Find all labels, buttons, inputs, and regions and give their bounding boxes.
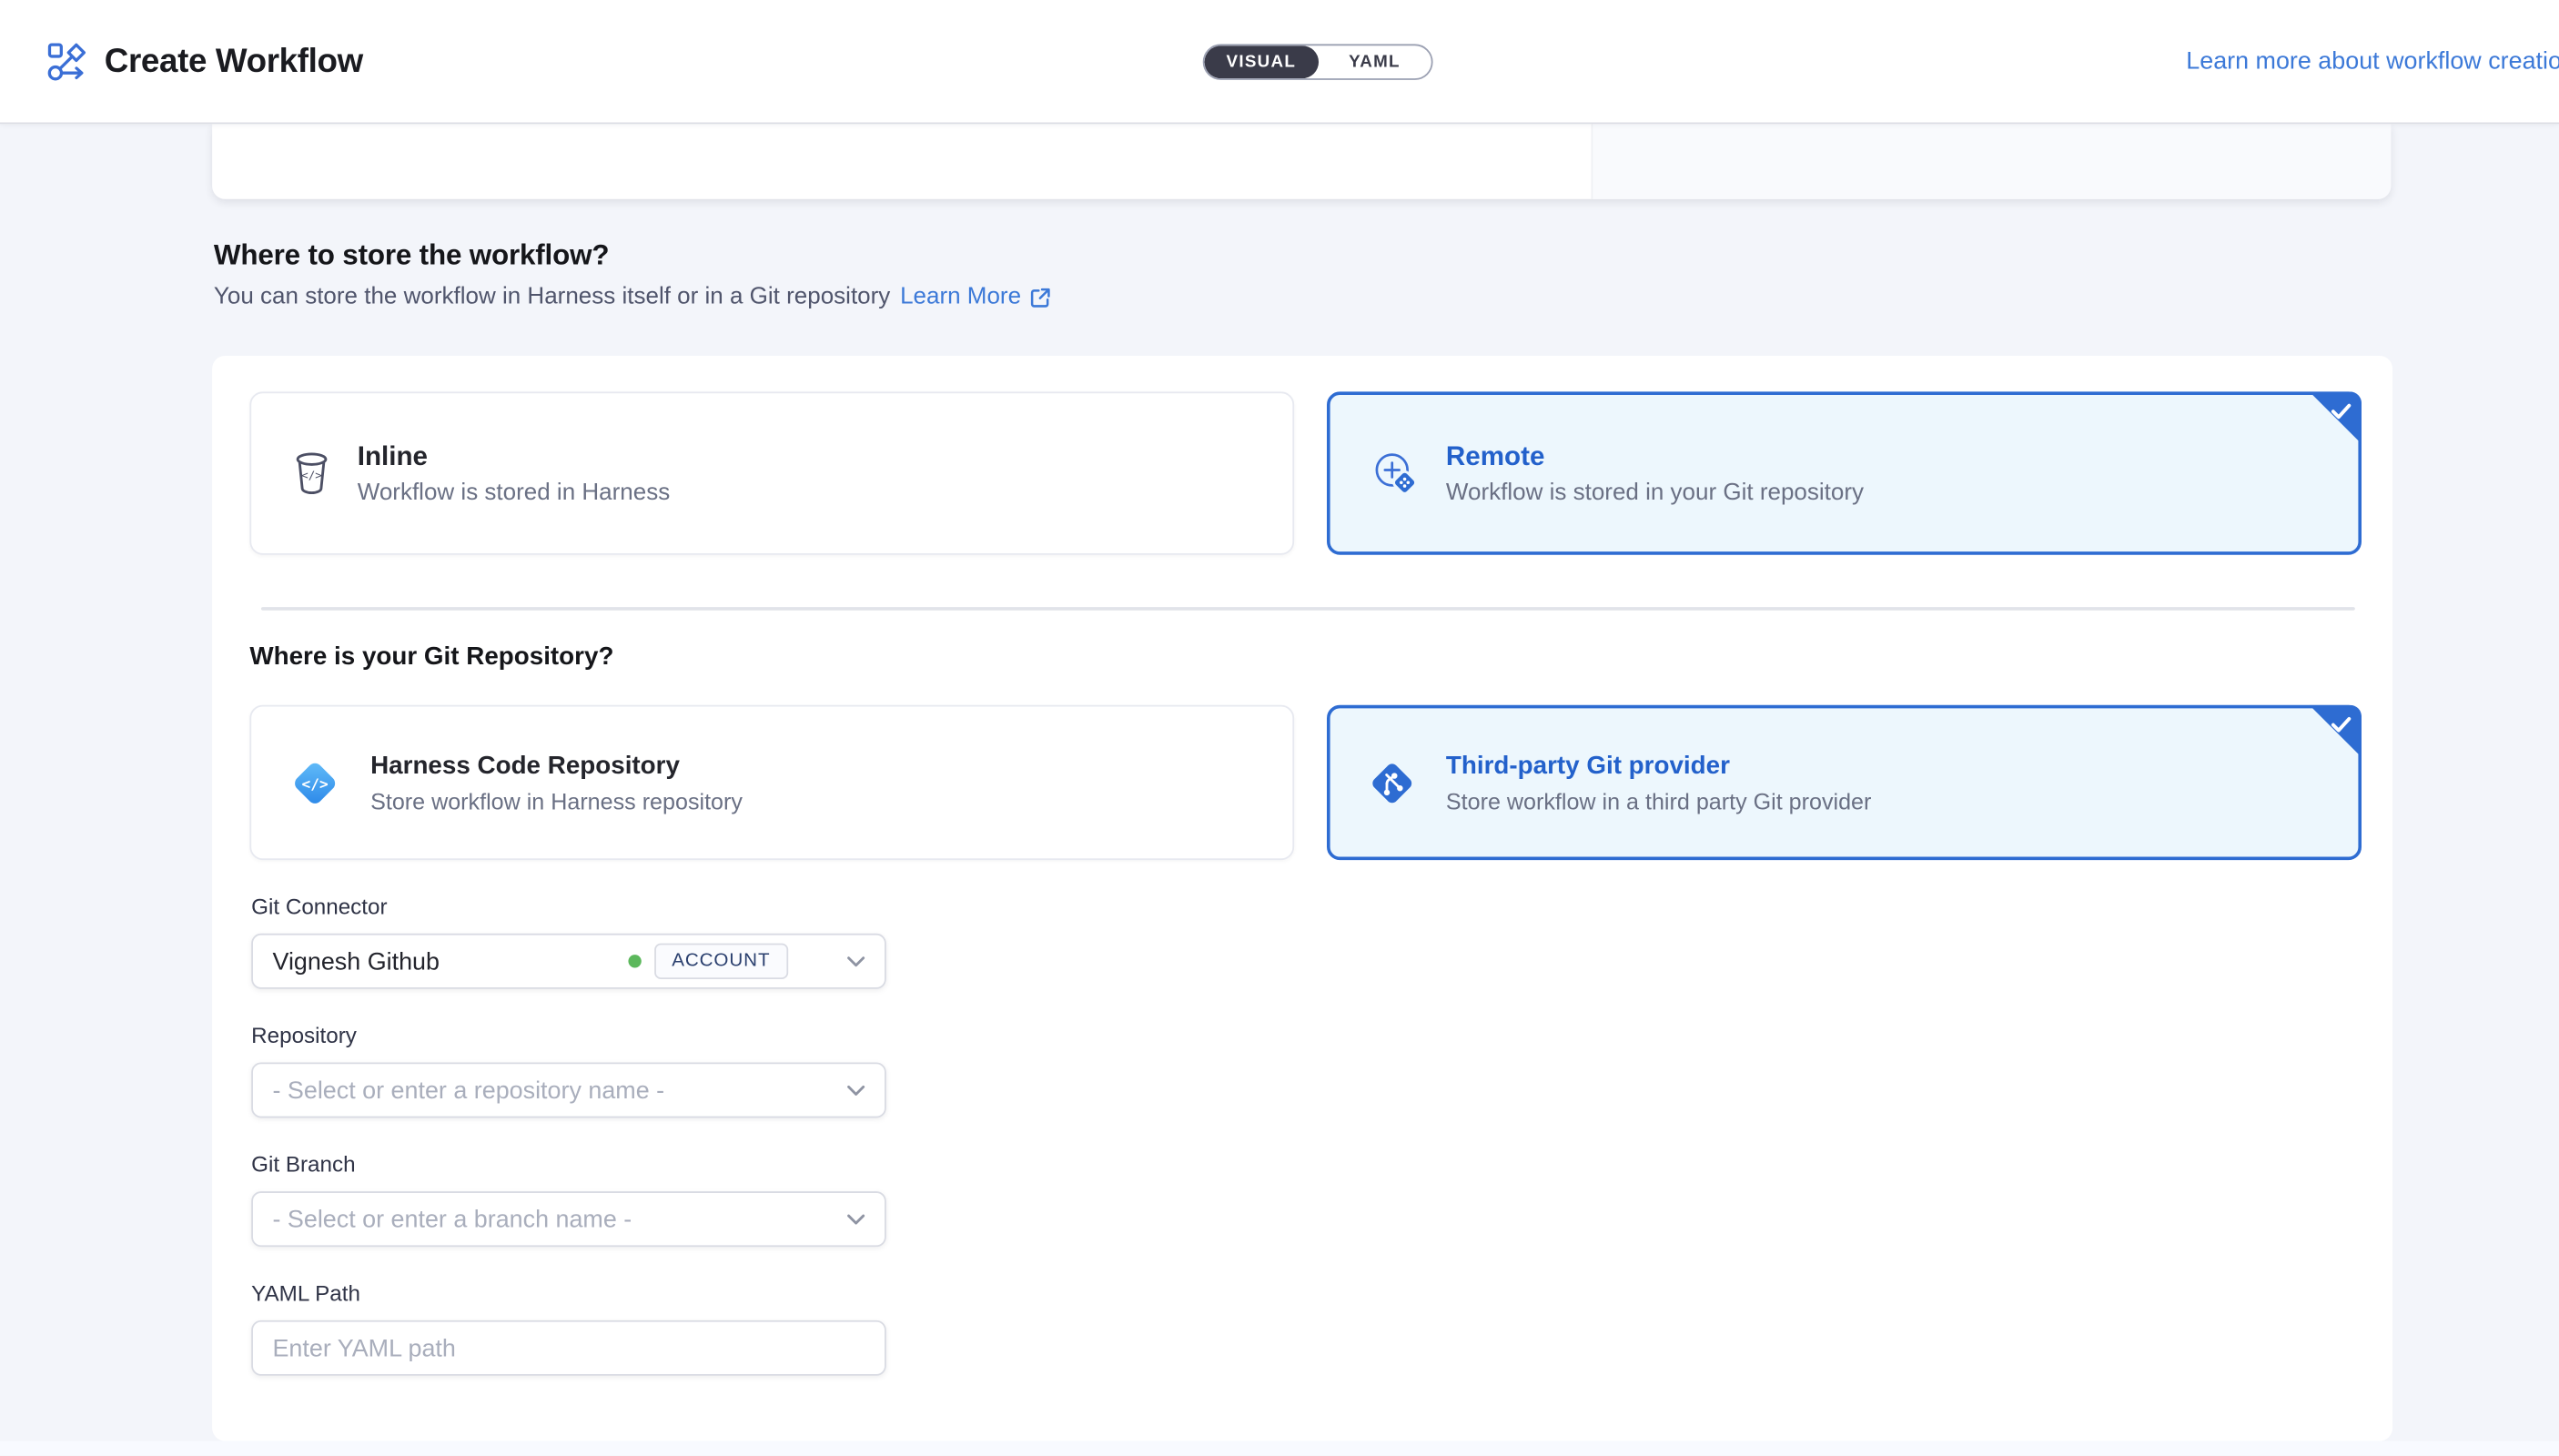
- repository-placeholder: - Select or enter a repository name -: [272, 1077, 846, 1104]
- git-branch-select[interactable]: - Select or enter a branch name -: [251, 1191, 886, 1247]
- repository-select[interactable]: - Select or enter a repository name -: [251, 1062, 886, 1117]
- repo-provider-options: </> Harness Code Repository Store workfl…: [249, 705, 2362, 860]
- workflow-icon: [46, 40, 88, 83]
- inline-store-icon: </>: [292, 450, 331, 496]
- inline-description: Workflow is stored in Harness: [358, 479, 670, 505]
- page-title-group: Create Workflow: [46, 0, 363, 123]
- connector-status-dot: [628, 955, 641, 967]
- check-icon: [2331, 714, 2352, 735]
- yaml-path-label: YAML Path: [251, 1281, 886, 1306]
- third-party-title: Third-party Git provider: [1446, 752, 1871, 781]
- store-type-options: </> Inline Workflow is stored in Harness: [249, 391, 2362, 554]
- visual-yaml-toggle[interactable]: VISUAL YAML: [1203, 44, 1433, 79]
- harness-code-description: Store workflow in Harness repository: [370, 787, 743, 814]
- section-divider: [261, 607, 2355, 611]
- repository-label: Repository: [251, 1023, 886, 1047]
- store-description-text: You can store the workflow in Harness it…: [214, 284, 890, 310]
- yaml-path-input[interactable]: [272, 1334, 865, 1361]
- store-option-remote[interactable]: Remote Workflow is stored in your Git re…: [1327, 391, 2362, 554]
- git-branch-placeholder: - Select or enter a branch name -: [272, 1205, 846, 1232]
- external-link-icon: [1029, 287, 1050, 308]
- toggle-yaml[interactable]: YAML: [1318, 46, 1431, 78]
- chevron-down-icon[interactable]: [847, 1085, 865, 1097]
- remote-title: Remote: [1446, 441, 1864, 472]
- remote-card-text: Remote Workflow is stored in your Git re…: [1446, 441, 1864, 505]
- page-title: Create Workflow: [105, 42, 363, 81]
- svg-text:</>: </>: [302, 774, 329, 792]
- workflow-store-panel: </> Inline Workflow is stored in Harness: [212, 356, 2392, 1441]
- third-party-card-text: Third-party Git provider Store workflow …: [1446, 752, 1871, 814]
- store-option-inline[interactable]: </> Inline Workflow is stored in Harness: [249, 391, 1294, 554]
- git-provider-icon: [1364, 754, 1420, 810]
- store-section-heading: Where to store the workflow?: [214, 238, 609, 273]
- git-branch-label: Git Branch: [251, 1152, 886, 1177]
- create-workflow-screen: Create Workflow VISUAL YAML Learn more a…: [0, 0, 2559, 1456]
- repo-option-third-party[interactable]: Third-party Git provider Store workflow …: [1327, 705, 2362, 860]
- git-details-form: Git Connector ACCOUNT Repository - Selec…: [251, 895, 886, 1410]
- store-section-description: You can store the workflow in Harness it…: [214, 284, 1050, 310]
- third-party-description: Store workflow in a third party Git prov…: [1446, 787, 1871, 814]
- inline-card-text: Inline Workflow is stored in Harness: [358, 441, 670, 505]
- learn-more-link[interactable]: Learn More: [900, 284, 1050, 310]
- harness-code-title: Harness Code Repository: [370, 752, 743, 781]
- repo-option-harness-code[interactable]: </> Harness Code Repository Store workfl…: [249, 705, 1294, 860]
- scrolled-card-remnant: [212, 124, 2391, 198]
- connector-scope-badge: ACCOUNT: [653, 944, 788, 979]
- top-header-bar: Create Workflow VISUAL YAML Learn more a…: [0, 0, 2559, 124]
- chevron-down-icon[interactable]: [847, 956, 865, 967]
- repo-section-heading: Where is your Git Repository?: [249, 643, 613, 672]
- harness-code-repo-icon: </>: [286, 753, 345, 813]
- remote-store-icon: [1371, 449, 1420, 498]
- harness-code-card-text: Harness Code Repository Store workflow i…: [370, 752, 743, 814]
- git-connector-label: Git Connector: [251, 895, 886, 919]
- bottom-strip: [0, 1441, 2559, 1456]
- yaml-path-field[interactable]: [251, 1320, 886, 1376]
- remote-description: Workflow is stored in your Git repositor…: [1446, 479, 1864, 505]
- git-connector-input[interactable]: [272, 947, 627, 975]
- inline-title: Inline: [358, 441, 670, 472]
- check-icon: [2331, 401, 2352, 422]
- scrolled-card-remnant-right: [1592, 124, 2392, 198]
- learn-more-label[interactable]: Learn More: [900, 284, 1021, 310]
- git-connector-select[interactable]: ACCOUNT: [251, 934, 886, 989]
- svg-text:</>: </>: [301, 468, 322, 481]
- toggle-visual[interactable]: VISUAL: [1205, 46, 1319, 78]
- learn-more-workflow-link[interactable]: Learn more about workflow creation: [2186, 0, 2559, 123]
- chevron-down-icon[interactable]: [847, 1213, 865, 1225]
